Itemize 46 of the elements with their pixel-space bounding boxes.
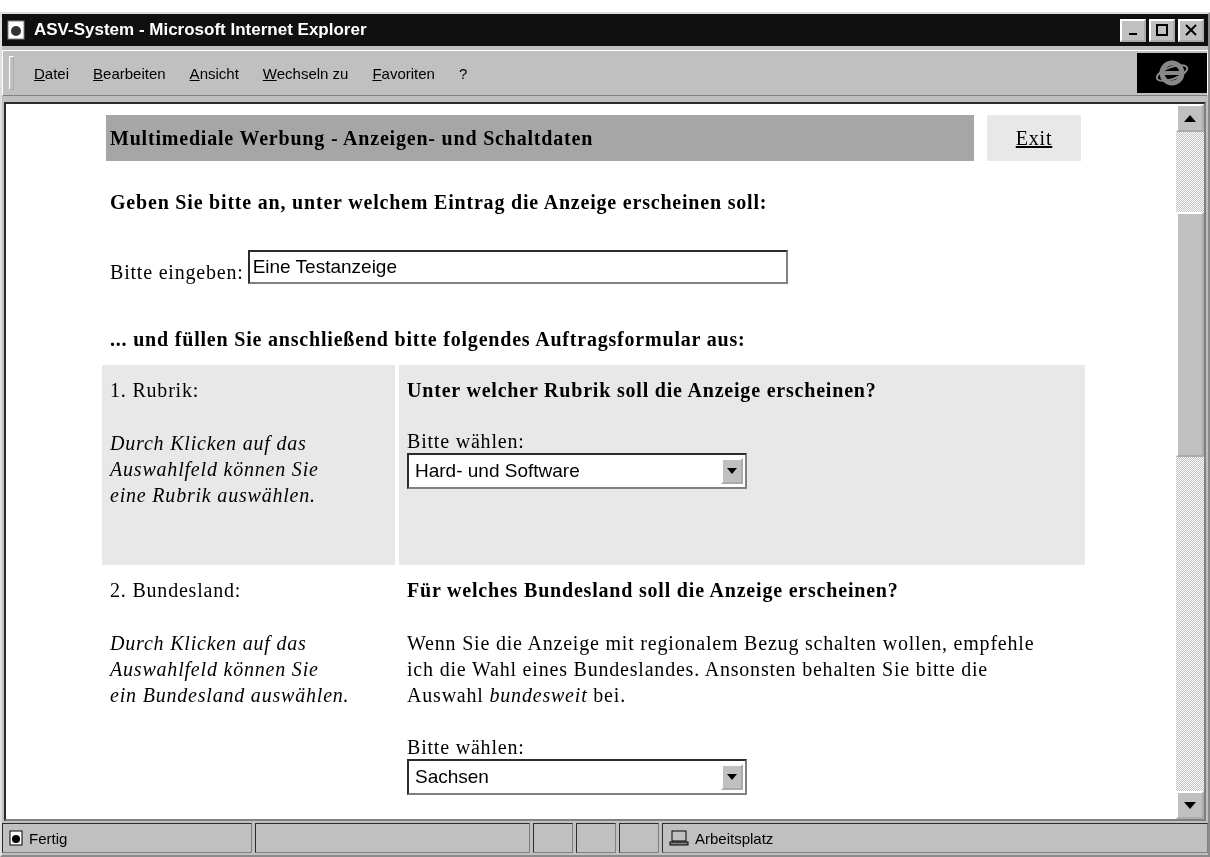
status-pane — [619, 823, 659, 853]
status-text: Fertig — [29, 829, 68, 847]
maximize-button[interactable] — [1149, 18, 1175, 42]
section-label: 2. Bundesland: — [110, 579, 243, 602]
hint-text: Durch Klicken auf das Auswahlfeld können Sie eine Rubrik auswählen. — [110, 431, 320, 508]
dropdown[interactable]: Sachsen — [407, 759, 747, 795]
minimize-button[interactable] — [1120, 18, 1146, 42]
select-label: Bitte wählen: — [407, 736, 526, 759]
menu-item[interactable]: Favoriten — [360, 64, 447, 82]
close-button[interactable] — [1178, 18, 1204, 42]
page-icon — [6, 20, 26, 40]
question-text: Für welches Bundesland soll die Anzeige erscheinen? — [407, 579, 900, 602]
form-intro: ... und füllen Sie anschließend bitte folgendes Auftragsformular aus: — [110, 328, 747, 351]
hint-text: Durch Klicken auf das Auswahlfeld können Sie ein Bundesland auswählen. — [110, 631, 350, 708]
caret-icon — [727, 774, 737, 780]
page-header: Multimediale Werbung - Anzeigen- und Schaltdaten — [106, 115, 974, 161]
scrollbar-thumb[interactable] — [1176, 212, 1204, 457]
browser-logo — [1137, 53, 1207, 93]
menu-item[interactable]: Wechseln zu — [250, 64, 361, 82]
menu-item[interactable]: Bearbeiten — [81, 64, 178, 82]
close-icon — [1185, 24, 1197, 36]
select-label: Bitte wählen: — [407, 430, 526, 453]
status-pane — [533, 823, 573, 853]
menu-item[interactable]: Datei — [22, 64, 82, 82]
window-title: ASV-System - Microsoft Internet Explorer — [34, 20, 368, 40]
minimize-icon — [1129, 33, 1137, 35]
description-text: Wenn Sie die Anzeige mit regionalem Bezug schalten wollen, empfehle ich die Wahl eines Bundeslandes. Ansonsten behalten Sie bitte die Auswahl bundesweit bei. — [407, 631, 1036, 708]
menu-item[interactable]: Ansicht — [177, 64, 251, 82]
dropdown[interactable]: Hard- und Software — [407, 453, 747, 489]
page-icon — [9, 830, 23, 846]
scroll-up-button[interactable] — [1176, 104, 1204, 132]
maximize-icon — [1156, 24, 1168, 36]
prompt-text: Geben Sie bitte an, unter welchem Eintrag die Anzeige erscheinen soll: — [110, 191, 769, 214]
entry-field[interactable]: Eine Testanzeige — [247, 250, 788, 284]
zone-text: Arbeitsplatz — [695, 829, 774, 847]
caret-icon — [727, 468, 737, 474]
computer-icon — [669, 830, 689, 846]
scroll-down-button[interactable] — [1176, 791, 1204, 819]
field-label: Bitte eingeben: — [110, 261, 244, 284]
exit-link[interactable]: Exit — [987, 115, 1081, 161]
down-arrow-icon — [1184, 801, 1196, 809]
section-label: 1. Rubrik: — [110, 379, 201, 402]
question-text: Unter welcher Rubrik soll die Anzeige erscheinen? — [407, 379, 878, 402]
menu-item[interactable]: ? — [446, 64, 480, 82]
up-arrow-icon — [1184, 114, 1196, 122]
status-pane — [576, 823, 616, 853]
